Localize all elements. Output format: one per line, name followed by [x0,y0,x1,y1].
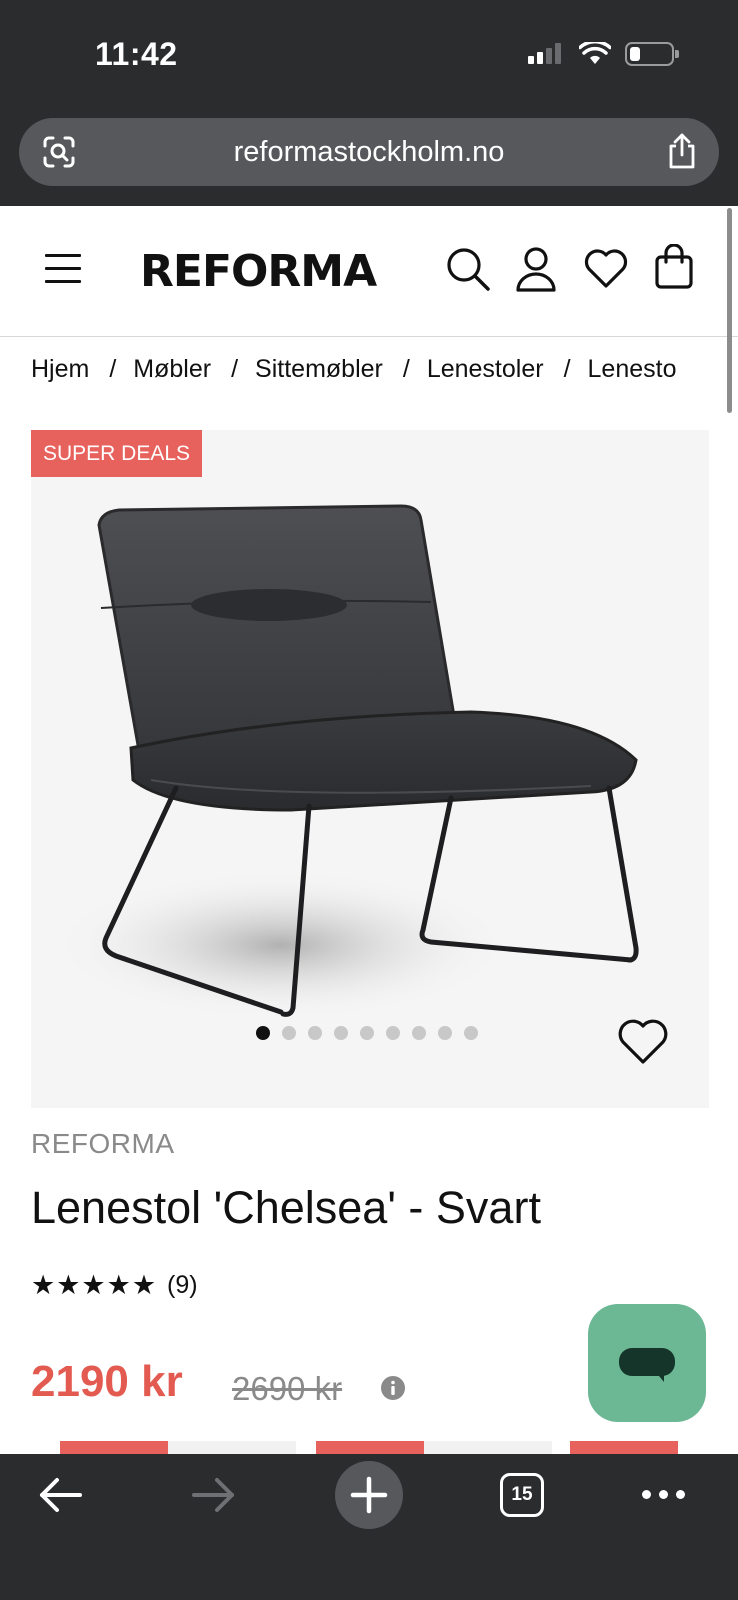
back-icon[interactable] [38,1476,84,1514]
battery-icon [625,42,679,66]
product-image [51,504,639,1020]
peek-badge [570,1441,678,1455]
current-price: 2190 kr [31,1357,183,1406]
wishlist-icon[interactable] [583,248,629,290]
product-image-carousel[interactable]: SUPER DEALS [31,430,709,1108]
chat-icon [619,1348,675,1376]
breadcrumb-item-sittemobler[interactable]: Sittemøbler [255,355,383,383]
more-icon[interactable] [642,1490,685,1499]
breadcrumb-item-current[interactable]: Lenesto [588,355,677,383]
breadcrumb: Hjem / Møbler / Sittemøbler / Lenestoler / Lenes… [31,355,703,389]
search-icon[interactable] [445,246,491,292]
cart-icon[interactable] [654,244,694,290]
info-icon[interactable] [380,1375,406,1401]
account-icon[interactable] [515,246,557,292]
carousel-dot[interactable] [464,1026,478,1040]
carousel-dot[interactable] [256,1026,270,1040]
product-title: Lenestol 'Chelsea' - Svart [31,1182,541,1233]
peek-badge [316,1441,424,1455]
carousel-dot[interactable] [438,1026,452,1040]
carousel-dot[interactable] [282,1026,296,1040]
carousel-dot[interactable] [308,1026,322,1040]
new-tab-icon[interactable] [335,1461,403,1529]
review-count: (9) [167,1271,198,1299]
carousel-dot[interactable] [334,1026,348,1040]
carousel-dot[interactable] [412,1026,426,1040]
site-header: REFORMA [0,206,738,337]
status-bar: 11:42 [0,0,738,100]
peek-card [168,1441,296,1455]
page-scrollbar[interactable] [727,208,732,413]
forward-icon[interactable] [190,1476,236,1514]
breadcrumb-item-lenestoler[interactable]: Lenestoler [427,355,544,383]
status-time: 11:42 [95,36,178,72]
product-rating[interactable]: ★★★★★ (9) [31,1270,198,1301]
breadcrumb-item-mobler[interactable]: Møbler [133,355,211,383]
browser-toolbar: 15 [0,1454,738,1600]
breadcrumb-separator: / [563,355,571,383]
peek-badge [60,1441,168,1455]
super-deals-badge: SUPER DEALS [31,430,203,477]
carousel-dot[interactable] [360,1026,374,1040]
heart-icon[interactable] [616,1018,670,1066]
breadcrumb-separator: / [402,355,410,383]
tabs-icon[interactable]: 15 [500,1473,544,1517]
wifi-icon [579,42,611,64]
breadcrumb-item-hjem[interactable]: Hjem [31,355,89,383]
url-text[interactable]: reformastockholm.no [19,136,719,169]
old-price: 2690 kr [232,1370,343,1407]
carousel-indicators[interactable] [256,1026,478,1040]
chat-button[interactable] [588,1304,706,1422]
browser-address-area: reformastockholm.no [0,100,738,206]
share-icon[interactable] [665,132,699,170]
menu-icon[interactable] [45,254,81,286]
carousel-dot[interactable] [386,1026,400,1040]
cellular-signal-icon [528,43,561,64]
product-brand[interactable]: REFORMA [31,1128,175,1160]
rating-stars: ★★★★★ [31,1270,158,1300]
site-logo[interactable]: REFORMA [140,246,377,297]
address-bar[interactable]: reformastockholm.no [19,118,719,186]
breadcrumb-separator: / [231,355,239,383]
breadcrumb-separator: / [109,355,117,383]
peek-card [424,1441,552,1455]
